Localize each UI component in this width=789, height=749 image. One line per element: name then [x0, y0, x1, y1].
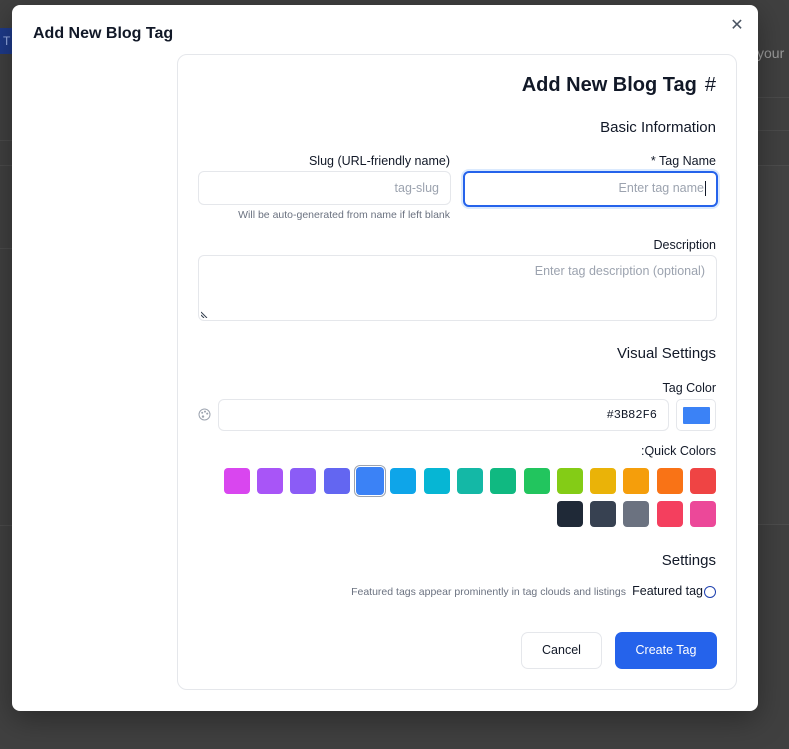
background-right-text: your: [757, 45, 785, 61]
background-divider: [0, 525, 12, 526]
description-placeholder: Enter tag description (optional): [534, 264, 705, 278]
color-swatch[interactable]: [656, 501, 683, 527]
color-swatch[interactable]: [390, 468, 417, 494]
slug-input[interactable]: tag-slug: [198, 171, 451, 205]
color-swatch[interactable]: [323, 468, 350, 494]
description-textarea[interactable]: Enter tag description (optional): [198, 255, 717, 321]
color-swatch[interactable]: [257, 468, 284, 494]
quick-colors-label: :Quick Colors: [640, 444, 716, 458]
color-hex-input[interactable]: #3B82F6: [218, 399, 669, 431]
color-swatch[interactable]: [354, 465, 386, 497]
visual-settings-heading: Visual Settings: [617, 345, 716, 362]
featured-toggle[interactable]: [704, 586, 716, 598]
color-swatch[interactable]: [456, 468, 483, 494]
add-tag-modal: Add New Blog Tag ✕ Add New Blog Tag # Ba…: [12, 5, 758, 711]
cancel-button[interactable]: Cancel: [521, 632, 602, 669]
hash-icon: #: [704, 74, 716, 96]
color-swatch[interactable]: [556, 501, 583, 527]
color-swatch[interactable]: [523, 468, 550, 494]
background-panel: [757, 165, 789, 525]
featured-label: Featured tag: [632, 584, 703, 598]
slug-help-text: Will be auto-generated from name if left…: [238, 209, 450, 221]
color-swatch[interactable]: [623, 468, 650, 494]
color-swatch[interactable]: [290, 468, 317, 494]
tag-form-card: Add New Blog Tag # Basic Information * T…: [177, 54, 737, 690]
background-divider: [0, 140, 12, 141]
description-label: Description: [653, 238, 716, 252]
settings-heading: Settings: [661, 552, 716, 569]
color-swatch[interactable]: [423, 468, 450, 494]
tag-color-label: Tag Color: [662, 381, 717, 395]
color-swatch[interactable]: [223, 468, 250, 494]
color-swatch[interactable]: [556, 468, 583, 494]
featured-help-text: Featured tags appear prominently in tag …: [351, 586, 626, 598]
tag-name-input[interactable]: Enter tag name: [463, 171, 718, 207]
slug-placeholder: tag-slug: [394, 181, 439, 195]
slug-label: Slug (URL-friendly name): [308, 154, 450, 168]
text-caret: [705, 181, 706, 197]
close-icon[interactable]: ✕: [728, 17, 746, 35]
background-strip-text: T: [3, 34, 11, 48]
resize-handle-icon[interactable]: [201, 310, 209, 318]
color-swatch[interactable]: [590, 468, 617, 494]
tag-name-label: * Tag Name: [650, 154, 716, 168]
background-divider: [0, 248, 12, 249]
background-divider: [757, 130, 789, 131]
color-picker-button[interactable]: [676, 399, 716, 431]
palette-icon: [198, 408, 211, 421]
basic-information-heading: Basic Information: [600, 119, 716, 136]
color-preview-swatch: [683, 407, 710, 424]
background-divider: [0, 165, 12, 166]
modal-title: Add New Blog Tag: [33, 25, 174, 42]
color-swatch[interactable]: [623, 501, 650, 527]
color-swatch[interactable]: [590, 501, 617, 527]
tag-name-placeholder: Enter tag name: [618, 181, 704, 195]
color-swatch[interactable]: [690, 501, 716, 527]
color-swatch[interactable]: [690, 468, 716, 494]
create-tag-button[interactable]: Create Tag: [615, 632, 717, 669]
color-swatch[interactable]: [490, 468, 517, 494]
color-swatch[interactable]: [656, 468, 683, 494]
form-heading: Add New Blog Tag #: [522, 74, 716, 97]
form-heading-text: Add New Blog Tag: [521, 74, 697, 96]
background-divider: [757, 97, 789, 98]
